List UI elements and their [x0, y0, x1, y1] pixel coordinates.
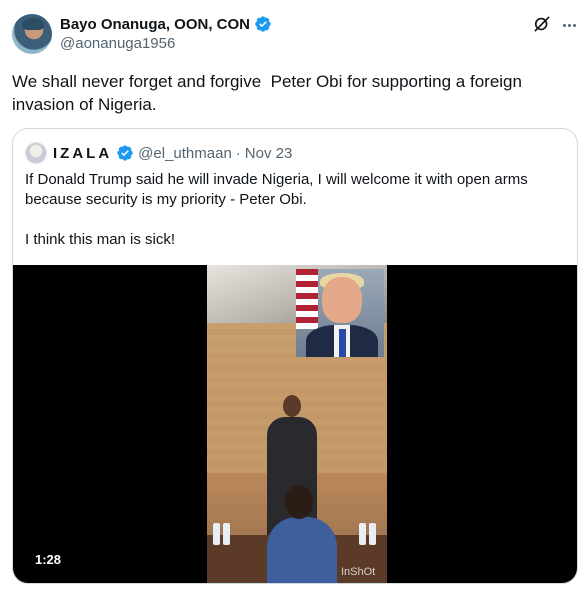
- quoted-text: If Donald Trump said he will invade Nige…: [25, 171, 528, 248]
- quoted-header: IZALA @el_uthmaan · Nov 23: [53, 143, 292, 163]
- verified-badge-icon: [117, 145, 133, 161]
- video-frame: [207, 265, 387, 583]
- tweet[interactable]: Bayo Onanuga, OON, CON @aonanuga1956 We …: [0, 0, 588, 596]
- author-handle[interactable]: @aonanuga1956: [60, 35, 175, 52]
- audience-figure: [267, 485, 337, 583]
- video-duration: 1:28: [35, 552, 62, 567]
- more-options-icon[interactable]: [558, 14, 580, 36]
- video-watermark: InShOt: [341, 566, 376, 578]
- quoted-display-name[interactable]: IZALA: [53, 145, 112, 162]
- author-name-row: Bayo Onanuga, OON, CON: [60, 14, 272, 34]
- quoted-separator: ·: [235, 144, 241, 162]
- video-player[interactable]: 1:28 InShOt: [13, 265, 577, 583]
- verified-badge-icon: [255, 16, 271, 32]
- quoted-date[interactable]: Nov 23: [245, 145, 293, 162]
- author-avatar[interactable]: [12, 14, 52, 54]
- inset-portrait: [296, 269, 384, 357]
- author-display-name[interactable]: Bayo Onanuga, OON, CON: [60, 16, 250, 33]
- tweet-text: We shall never forget and forgive Peter …: [12, 72, 527, 114]
- quoted-avatar[interactable]: [25, 142, 47, 164]
- quoted-tweet[interactable]: IZALA @el_uthmaan · Nov 23 If Donald Tru…: [12, 128, 578, 584]
- quoted-handle[interactable]: @el_uthmaan: [138, 145, 232, 162]
- grok-icon[interactable]: [532, 14, 552, 34]
